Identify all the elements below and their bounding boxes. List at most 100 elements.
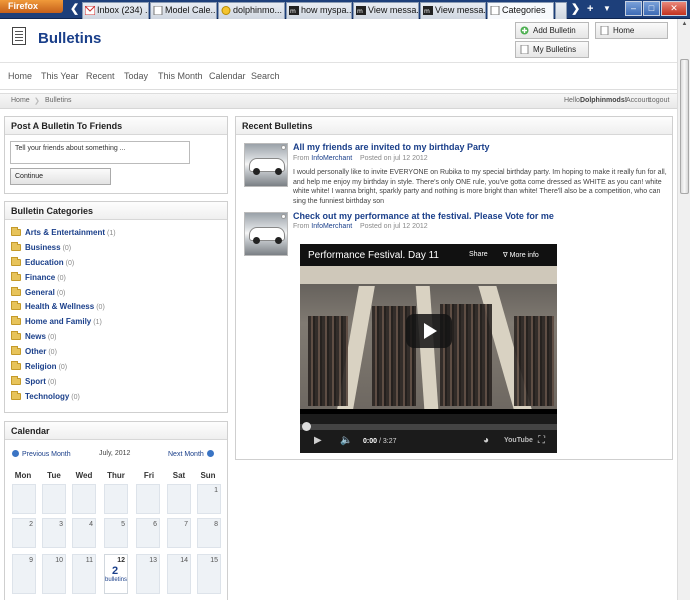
- bulletin-count[interactable]: 2: [105, 565, 125, 577]
- bulletin-text-input[interactable]: Tell your friends about something ...: [10, 141, 190, 164]
- category-item[interactable]: Business (0): [11, 241, 116, 258]
- calendar-day[interactable]: 4: [72, 518, 96, 548]
- category-item[interactable]: Other (0): [11, 346, 116, 362]
- bulletin-title[interactable]: All my friends are invited to my birthda…: [293, 142, 490, 152]
- nav-home[interactable]: Home: [8, 71, 32, 81]
- category-item[interactable]: Health & Wellness (0): [11, 301, 116, 317]
- category-name[interactable]: Education: [25, 258, 64, 267]
- nav-recent[interactable]: Recent: [86, 71, 115, 81]
- category-item[interactable]: General (0): [11, 286, 116, 303]
- add-bulletin-button[interactable]: Add Bulletin: [515, 22, 589, 39]
- scroll-up-icon[interactable]: ▲: [680, 21, 689, 31]
- new-tab-icon[interactable]: +: [587, 2, 593, 16]
- calendar-day[interactable]: 13: [136, 554, 160, 594]
- browser-tab[interactable]: Model Cale...: [150, 2, 217, 19]
- category-item[interactable]: Religion (0): [11, 361, 116, 377]
- play-icon[interactable]: ▶: [314, 435, 322, 446]
- category-name[interactable]: Other: [25, 347, 46, 356]
- firefox-menu-button[interactable]: Firefox: [0, 0, 63, 13]
- category-item[interactable]: Technology (0): [11, 390, 116, 407]
- logout-link[interactable]: Logout: [648, 97, 669, 104]
- progress-handle[interactable]: [302, 422, 311, 431]
- youtube-logo[interactable]: YouTube: [504, 437, 533, 444]
- watch-later-icon[interactable]: ◕: [483, 435, 489, 446]
- tab-scroll-right-icon[interactable]: ❯: [571, 2, 580, 16]
- category-name[interactable]: News: [25, 332, 46, 341]
- browser-tab[interactable]: Inbox (234) ...: [82, 2, 149, 19]
- calendar-day-today[interactable]: 12 2 bulletins: [104, 554, 128, 594]
- category-name[interactable]: Religion: [25, 362, 57, 371]
- calendar-day[interactable]: 7: [167, 518, 191, 548]
- calendar-day[interactable]: 8: [197, 518, 221, 548]
- calendar-day[interactable]: 14: [167, 554, 191, 594]
- calendar-day[interactable]: 5: [104, 518, 128, 548]
- nav-search[interactable]: Search: [251, 71, 280, 81]
- volume-icon[interactable]: 🔈: [340, 435, 352, 446]
- calendar-day[interactable]: 9: [12, 554, 36, 594]
- home-button[interactable]: Home: [595, 22, 668, 39]
- previous-month-link[interactable]: Previous Month: [9, 450, 71, 458]
- category-item[interactable]: Home and Family (1): [11, 316, 116, 332]
- video-share-button[interactable]: Share: [469, 251, 488, 258]
- calendar-day[interactable]: 10: [42, 554, 66, 594]
- category-item[interactable]: Sport (0): [11, 375, 116, 392]
- bulletin-title[interactable]: Check out my performance at the festival…: [293, 211, 554, 221]
- nav-today[interactable]: Today: [124, 71, 148, 81]
- minimize-icon[interactable]: –: [625, 1, 642, 16]
- maximize-icon[interactable]: □: [643, 1, 660, 16]
- calendar-day[interactable]: 15: [197, 554, 221, 594]
- browser-tab[interactable]: dolphinmo...: [218, 2, 285, 19]
- author-link[interactable]: InfoMerchant: [311, 223, 352, 230]
- continue-button[interactable]: Continue: [10, 168, 111, 185]
- close-icon[interactable]: ✕: [661, 1, 687, 16]
- category-item[interactable]: Finance (0): [11, 271, 116, 288]
- nav-this-month[interactable]: This Month: [158, 71, 203, 81]
- category-name[interactable]: Health & Wellness: [25, 302, 94, 311]
- breadcrumb-home[interactable]: Home: [11, 97, 30, 104]
- category-name[interactable]: Finance: [25, 273, 55, 282]
- browser-tab-label: dolphinmo...: [233, 5, 283, 15]
- from-label: From: [293, 155, 310, 162]
- video-more-info-button[interactable]: ∇ More info: [503, 251, 539, 259]
- fullscreen-icon[interactable]: ⛶: [538, 435, 545, 446]
- browser-tab[interactable]: [555, 2, 567, 19]
- video-player[interactable]: Performance Festival. Day 11 Share ∇ Mor…: [300, 244, 557, 453]
- category-name[interactable]: Business: [25, 243, 61, 252]
- video-title[interactable]: Performance Festival. Day 11: [308, 250, 439, 261]
- browser-tab[interactable]: Categories: [487, 2, 554, 19]
- nav-this-year[interactable]: This Year: [41, 71, 79, 81]
- category-item[interactable]: News (0): [11, 331, 116, 347]
- category-name[interactable]: Arts & Entertainment: [25, 228, 105, 237]
- calendar-empty-cell: [42, 484, 66, 514]
- bulletin-count-label[interactable]: bulletins: [105, 577, 127, 583]
- scrollbar-thumb[interactable]: [680, 59, 689, 194]
- category-name[interactable]: Sport: [25, 377, 46, 386]
- calendar-day[interactable]: 3: [42, 518, 66, 548]
- category-name[interactable]: General: [25, 288, 55, 297]
- page-scrollbar[interactable]: ▲: [677, 19, 690, 600]
- video-progress-bar[interactable]: [300, 422, 557, 431]
- author-avatar[interactable]: [244, 143, 288, 187]
- nav-calendar[interactable]: Calendar: [209, 71, 246, 81]
- calendar-day[interactable]: 1: [197, 484, 221, 514]
- calendar-day[interactable]: 11: [72, 554, 96, 594]
- category-count: (0): [48, 349, 57, 357]
- author-avatar[interactable]: [244, 212, 288, 256]
- category-name[interactable]: Home and Family: [25, 317, 91, 326]
- breadcrumb-separator-icon: ❯: [34, 98, 40, 105]
- browser-tab[interactable]: m View messa...: [353, 2, 419, 19]
- category-item[interactable]: Education (0): [11, 256, 116, 273]
- next-month-link[interactable]: Next Month: [168, 450, 217, 458]
- browser-tab[interactable]: m how myspa...: [286, 2, 352, 19]
- calendar-day[interactable]: 2: [12, 518, 36, 548]
- video-play-button[interactable]: [406, 314, 452, 348]
- my-bulletins-button[interactable]: My Bulletins: [515, 41, 589, 58]
- author-link[interactable]: InfoMerchant: [311, 155, 352, 162]
- category-item[interactable]: Arts & Entertainment (1): [11, 227, 116, 243]
- browser-tab[interactable]: m View messa...: [420, 2, 486, 19]
- category-name[interactable]: Technology: [25, 392, 69, 401]
- calendar-day[interactable]: 6: [136, 518, 160, 548]
- tab-scroll-left-icon[interactable]: ❮: [70, 2, 79, 16]
- tab-list-icon[interactable]: ▼: [603, 2, 611, 16]
- top-navigation: Home This Year Recent Today This Month C…: [0, 64, 677, 90]
